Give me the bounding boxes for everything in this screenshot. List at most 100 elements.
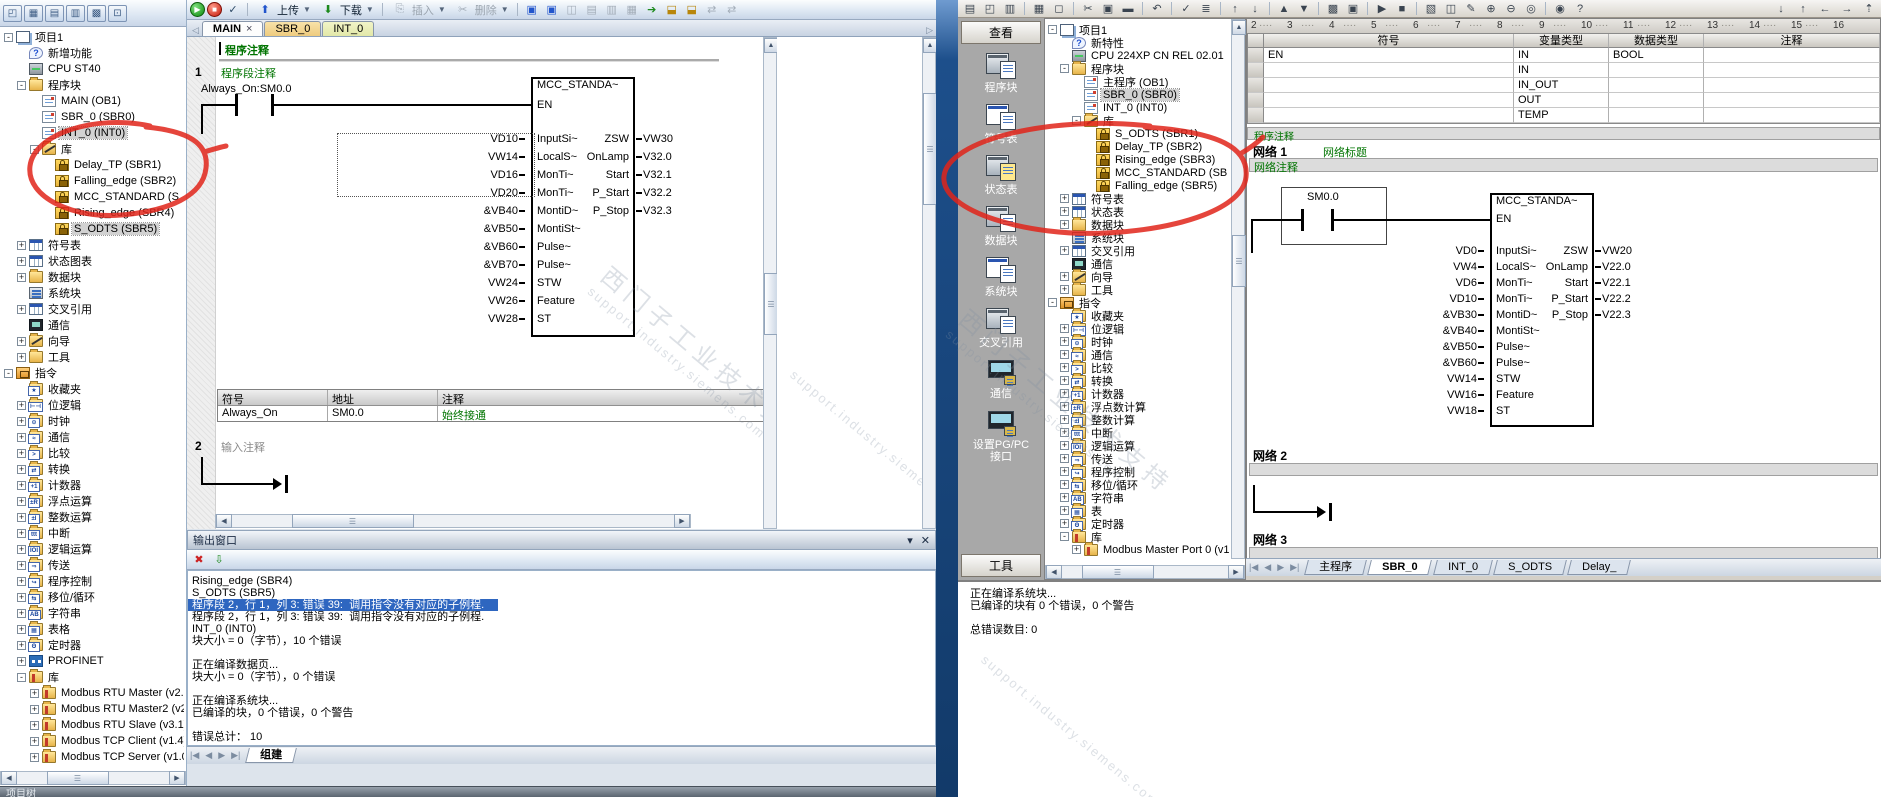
delete-button[interactable]: ✂ 删除 ▼ xyxy=(451,2,512,18)
tree-item[interactable]: 系统块 xyxy=(2,285,184,301)
input-operand[interactable]: &VB40 xyxy=(467,205,525,217)
tree-item[interactable]: + ▦ 表格 xyxy=(2,621,184,637)
tree-item[interactable]: + ⇄ 转换 xyxy=(2,461,184,477)
tree-item[interactable]: CPU ST40 xyxy=(2,61,184,77)
next-tab-icon[interactable]: ▶ xyxy=(215,750,228,761)
tab-S_ODTS[interactable]: S_ODTS xyxy=(1492,560,1567,575)
tree-item[interactable]: Rising_edge (SBR4) xyxy=(2,205,184,221)
output-operand[interactable]: VW20 xyxy=(1595,245,1632,257)
row-gutter[interactable] xyxy=(1248,108,1264,123)
scroll-left-icon[interactable]: ◀ xyxy=(1046,565,1062,579)
clear-output-icon[interactable]: ✖ xyxy=(190,551,208,568)
tree-item[interactable]: MAIN (OB1) xyxy=(2,93,184,109)
upload-icon[interactable]: ↑ xyxy=(1226,0,1244,17)
tree-item[interactable]: 主程序 (OB1) xyxy=(1046,75,1230,89)
scroll-thumb[interactable]: ☰ xyxy=(47,771,109,785)
input-operand[interactable]: VW4 xyxy=(1426,261,1484,273)
tree-item[interactable]: Rising_edge (SBR3) xyxy=(1046,153,1230,166)
tree-item[interactable]: -库 xyxy=(2,669,184,685)
expand-icon[interactable]: + xyxy=(17,496,26,506)
right-ladder-editor[interactable]: 2 3 ···· 4 ···· 5 ···· 6 ···· 7 ···· 8 ···· 9 ···· 10 ··… xyxy=(1246,18,1881,576)
tree-item[interactable]: + ≈ 通信 xyxy=(2,429,184,445)
tree-item[interactable]: - 程序块 xyxy=(2,77,184,93)
expand-icon[interactable]: + xyxy=(30,688,39,698)
tab-scroll-left-icon[interactable]: ◁ xyxy=(189,25,202,36)
tree-item[interactable]: + 状态图表 xyxy=(2,253,184,269)
tab-主程序[interactable]: 主程序 xyxy=(1304,560,1368,575)
tree-item[interactable]: + 数据块 xyxy=(1046,216,1230,232)
save-icon[interactable]: ▥ xyxy=(1001,0,1019,17)
forward-icon[interactable]: ➔ xyxy=(643,1,661,18)
collapse-icon[interactable]: - xyxy=(1060,532,1069,541)
tree-item[interactable]: -库 xyxy=(1046,528,1230,544)
tree-item[interactable]: + ±I 整数运算 xyxy=(2,509,184,525)
output-operand[interactable]: V32.2 xyxy=(636,187,672,199)
expand-icon[interactable]: + xyxy=(17,512,26,522)
tree-item[interactable]: + Modbus RTU Master2 (v2. xyxy=(2,701,184,717)
row-gutter[interactable] xyxy=(1248,63,1264,78)
output-operand[interactable]: V32.0 xyxy=(636,151,672,163)
expand-icon[interactable]: + xyxy=(17,608,26,618)
collapse-icon[interactable]: - xyxy=(1048,298,1057,307)
var-table-row[interactable]: EN IN BOOL xyxy=(1248,48,1880,63)
tree-vscrollbar[interactable]: ▲ ☰ xyxy=(1231,19,1246,559)
compile-icon[interactable]: ✓ xyxy=(224,1,242,18)
input-operand[interactable]: VW14 xyxy=(1426,373,1484,385)
first-tab-icon[interactable]: |◀ xyxy=(1246,562,1261,573)
compile-all-icon[interactable]: ≣ xyxy=(1197,0,1215,17)
expand-icon[interactable]: + xyxy=(1060,337,1069,346)
pan-down-icon[interactable]: ↓ xyxy=(1772,0,1790,17)
compare-icon[interactable]: ⇄ xyxy=(703,1,721,18)
write-icon[interactable]: ✎ xyxy=(1462,0,1480,17)
next-tab-icon[interactable]: ▶ xyxy=(1274,562,1287,573)
sidebar-item-symbol-table[interactable]: 符号表 xyxy=(958,98,1044,149)
download-icon[interactable]: ↓ xyxy=(1246,0,1264,17)
scroll-left-icon[interactable]: ◀ xyxy=(1,771,17,785)
expand-icon[interactable]: + xyxy=(17,464,26,474)
pause-chart-icon[interactable]: ◫ xyxy=(1442,0,1460,17)
tab-scroll-right-icon[interactable]: ▷ xyxy=(923,25,936,36)
scroll-up-icon[interactable]: ▲ xyxy=(923,38,937,53)
expand-icon[interactable]: + xyxy=(17,592,26,602)
ladder-editor-main[interactable]: 程序注释 1 程序段注释 Always_On:SM0.0 MCC_STANDA~… xyxy=(187,37,764,529)
expand-icon[interactable]: + xyxy=(17,256,26,266)
expand-icon[interactable]: + xyxy=(1060,272,1069,281)
tree-item[interactable]: + Modbus RTU Slave (v3.1) xyxy=(2,717,184,733)
expand-icon[interactable]: + xyxy=(17,240,26,250)
input-operand[interactable]: &VB50 xyxy=(467,223,525,235)
expand-icon[interactable]: + xyxy=(17,624,26,634)
tree-item[interactable]: + Modbus TCP Client (v1.4) xyxy=(2,733,184,749)
input-operand[interactable]: VW26 xyxy=(467,295,525,307)
tree-item[interactable]: INT_0 (INT0) xyxy=(1046,101,1230,114)
expand-icon[interactable]: + xyxy=(1060,519,1069,528)
mcc-standard-block[interactable]: MCC_STANDA~ EN VD0 InputSi~ VW4 LocalS~ VD6 Mon… xyxy=(1426,193,1666,427)
lock-icon[interactable]: ⬓ xyxy=(663,1,681,18)
tree-item[interactable]: ? 新特性 xyxy=(1046,36,1230,50)
expand-icon[interactable]: + xyxy=(1060,454,1069,463)
expand-icon[interactable]: + xyxy=(1060,363,1069,372)
tree-item[interactable]: SBR_0 (SBR0) xyxy=(2,109,184,125)
mcc-standard-block[interactable]: MCC_STANDA~ EN VD10 InputSi~ VW14 LocalS~ VD16… xyxy=(467,77,707,337)
compare2-icon[interactable]: ⇄ xyxy=(723,1,741,18)
expand-icon[interactable]: + xyxy=(1060,402,1069,411)
tree-item[interactable]: + 向导 xyxy=(2,333,184,349)
tree-item[interactable]: - 指令 xyxy=(2,365,184,381)
tree-item[interactable]: Falling_edge (SBR2) xyxy=(2,173,184,189)
expand-icon[interactable]: + xyxy=(1060,389,1069,398)
row-gutter[interactable] xyxy=(1248,93,1264,108)
lock-plus-icon[interactable]: ⬓ xyxy=(683,1,701,18)
pou-comment[interactable]: 程序注释 xyxy=(225,42,269,58)
tree-item[interactable]: S_ODTS (SBR1) xyxy=(1046,127,1230,140)
tree-item[interactable]: + Modbus RTU Master (v2.0 xyxy=(2,685,184,701)
collapse-icon[interactable]: - xyxy=(17,80,26,90)
window-icon[interactable]: ◰ xyxy=(3,4,22,22)
input-operand[interactable]: &VB60 xyxy=(467,241,525,253)
sidebar-item-communications[interactable]: 通信 xyxy=(958,353,1044,404)
collapse-icon[interactable]: - xyxy=(1048,25,1057,34)
var-table-row[interactable]: TEMP xyxy=(1248,108,1880,123)
collapse-icon[interactable]: - xyxy=(4,368,13,378)
scroll-right-icon[interactable]: ▶ xyxy=(674,514,690,528)
expand-icon[interactable]: + xyxy=(1072,545,1081,554)
tree-item[interactable]: MCC_STANDARD (S xyxy=(2,189,184,205)
document-icon[interactable]: ▤ xyxy=(45,4,64,22)
